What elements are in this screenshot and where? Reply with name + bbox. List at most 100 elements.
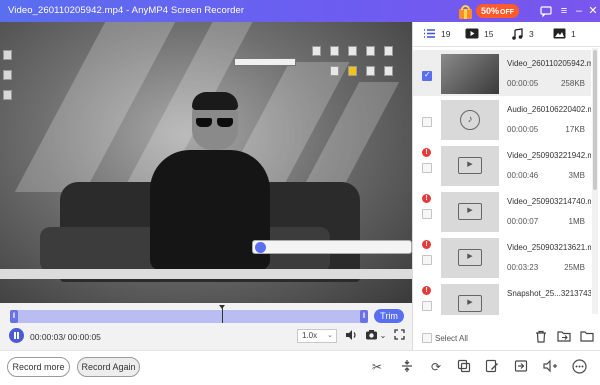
speed-value: 1.0x bbox=[302, 331, 318, 340]
pause-button[interactable] bbox=[9, 328, 24, 343]
item-checkbox[interactable] bbox=[422, 209, 432, 219]
item-checkbox[interactable] bbox=[422, 301, 432, 311]
folder-icon[interactable] bbox=[579, 330, 594, 345]
tab-video-count: 15 bbox=[484, 28, 494, 39]
fullscreen-icon[interactable] bbox=[392, 329, 406, 343]
file-size: 3MB bbox=[568, 171, 585, 180]
record-more-button[interactable]: Record more bbox=[7, 357, 70, 377]
close-icon[interactable]: ✕ bbox=[585, 3, 600, 19]
video-icon bbox=[465, 28, 479, 39]
menu-icon[interactable]: ≡ bbox=[556, 3, 572, 19]
chevron-down-icon: ⌄ bbox=[327, 332, 333, 339]
clapperboard-icon: ▶ bbox=[458, 203, 482, 220]
feedback-icon[interactable] bbox=[538, 3, 554, 19]
list-item[interactable]: ! ▶ Video_250903213621.mp4 00:03:23 25MB bbox=[413, 234, 591, 280]
list-icon bbox=[423, 28, 436, 39]
clapperboard-icon: ▶ bbox=[458, 249, 482, 266]
sale-percent: 50% bbox=[481, 6, 500, 16]
file-duration: 00:00:05 bbox=[507, 79, 539, 88]
list-item[interactable]: ! ▶ Video_250903221942.mp4 00:00:46 3MB bbox=[413, 142, 591, 188]
merge-icon[interactable] bbox=[513, 359, 529, 375]
file-size: 1MB bbox=[568, 217, 585, 226]
recording-history-panel: 19 15 3 1 Video_260110205942.mp4 00:00:0… bbox=[412, 22, 600, 350]
list-item[interactable]: ! ▶ Snapshot_25...3213743.png bbox=[413, 280, 591, 315]
item-checkbox[interactable] bbox=[422, 255, 432, 265]
list-item[interactable]: Video_260110205942.mp4 00:00:05 258KB bbox=[413, 50, 591, 96]
speed-select[interactable]: 1.0x ⌄ bbox=[297, 329, 337, 343]
select-all-checkbox[interactable] bbox=[422, 333, 432, 343]
file-duration: 00:00:05 bbox=[507, 125, 539, 134]
list-item[interactable]: ! ▶ Video_250903214740.mp4 00:00:07 1MB bbox=[413, 188, 591, 234]
volume-icon[interactable] bbox=[344, 329, 358, 343]
file-size: 258KB bbox=[560, 79, 585, 88]
trim-track[interactable]: ‖ ‖ bbox=[10, 310, 368, 323]
window-title: Video_260110205942.mp4 - AnyMP4 Screen R… bbox=[8, 5, 245, 16]
edit-icon[interactable] bbox=[484, 359, 500, 375]
file-size: 17KB bbox=[565, 125, 585, 134]
file-name: Video_250903213621.mp4 bbox=[507, 243, 591, 252]
item-checkbox[interactable] bbox=[422, 70, 432, 81]
file-duration: 00:03:23 bbox=[507, 263, 539, 272]
file-name: Video_250903221942.mp4 bbox=[507, 151, 591, 160]
media-tabs: 19 15 3 1 bbox=[413, 22, 600, 47]
image-icon bbox=[553, 28, 566, 39]
timecode: 00:00:03/ 00:00:05 bbox=[30, 332, 101, 342]
more-icon[interactable] bbox=[571, 359, 587, 375]
music-icon bbox=[511, 28, 524, 41]
file-duration: 00:00:07 bbox=[507, 217, 539, 226]
file-name: Video_250903214740.mp4 bbox=[507, 197, 591, 206]
list-scrollbar[interactable] bbox=[592, 48, 598, 314]
video-thumbnail bbox=[441, 54, 499, 94]
timeline-area: ‖ ‖ Trim 00:00:03/ 00:00:05 1.0x ⌄ ⌄ bbox=[0, 303, 412, 350]
tab-all[interactable]: 19 bbox=[423, 28, 450, 42]
tab-video[interactable]: 15 bbox=[465, 28, 493, 42]
playhead-marker-icon bbox=[219, 305, 225, 309]
title-bar: Video_260110205942.mp4 - AnyMP4 Screen R… bbox=[0, 0, 600, 22]
item-checkbox[interactable] bbox=[422, 117, 432, 127]
music-note-icon: ♪ bbox=[460, 110, 480, 130]
bottom-bar: Record more Record Again ✂ ⟳ bbox=[0, 350, 600, 385]
file-duration: 00:00:46 bbox=[507, 171, 539, 180]
trim-end-handle[interactable]: ‖ bbox=[360, 310, 368, 323]
recording-list: Video_260110205942.mp4 00:00:05 258KB ♪ … bbox=[413, 47, 591, 315]
tab-image[interactable]: 1 bbox=[553, 28, 576, 42]
file-name: Video_260110205942.mp4 bbox=[507, 59, 591, 68]
video-preview[interactable] bbox=[0, 22, 412, 303]
clip-thumbnail: ▶ bbox=[441, 146, 499, 186]
video-frame bbox=[0, 22, 412, 303]
audio-thumbnail: ♪ bbox=[441, 100, 499, 140]
list-item[interactable]: ♪ Audio_260106220402.mp3 00:00:05 17KB bbox=[413, 96, 591, 142]
gift-icon bbox=[458, 4, 473, 19]
sale-badge[interactable]: 50%OFF bbox=[476, 4, 520, 18]
trash-icon[interactable] bbox=[533, 330, 548, 345]
tab-audio-count: 3 bbox=[529, 28, 534, 39]
record-again-button[interactable]: Record Again bbox=[77, 357, 140, 377]
trim-start-handle[interactable]: ‖ bbox=[10, 310, 18, 323]
promo-badge[interactable]: 50%OFF bbox=[458, 2, 520, 20]
snapshot-chevron-icon[interactable]: ⌄ bbox=[376, 329, 390, 343]
file-name: Snapshot_25...3213743.png bbox=[507, 289, 591, 298]
clapperboard-icon: ▶ bbox=[458, 295, 482, 312]
warning-icon: ! bbox=[422, 148, 431, 157]
trim-button[interactable]: Trim bbox=[374, 309, 404, 323]
rotate-icon[interactable]: ⟳ bbox=[428, 359, 444, 375]
split-icon[interactable] bbox=[399, 359, 415, 375]
panel-footer: Select All bbox=[413, 326, 600, 350]
item-checkbox[interactable] bbox=[422, 163, 432, 173]
clapperboard-icon: ▶ bbox=[458, 157, 482, 174]
cut-icon[interactable]: ✂ bbox=[369, 359, 385, 375]
clip-thumbnail: ▶ bbox=[441, 192, 499, 232]
tab-audio[interactable]: 3 bbox=[511, 28, 534, 42]
clip-thumbnail: ▶ bbox=[441, 284, 499, 315]
tab-all-count: 19 bbox=[441, 28, 451, 39]
sale-off: OFF bbox=[500, 9, 515, 16]
select-all-label: Select All bbox=[435, 334, 468, 343]
tab-image-count: 1 bbox=[571, 28, 576, 39]
volume-boost-icon[interactable] bbox=[542, 359, 558, 375]
file-size: 25MB bbox=[564, 263, 585, 272]
folder-move-icon[interactable] bbox=[556, 330, 571, 345]
file-name: Audio_260106220402.mp3 bbox=[507, 105, 591, 114]
warning-icon: ! bbox=[422, 240, 431, 249]
compress-icon[interactable] bbox=[456, 359, 472, 375]
clip-thumbnail: ▶ bbox=[441, 238, 499, 278]
